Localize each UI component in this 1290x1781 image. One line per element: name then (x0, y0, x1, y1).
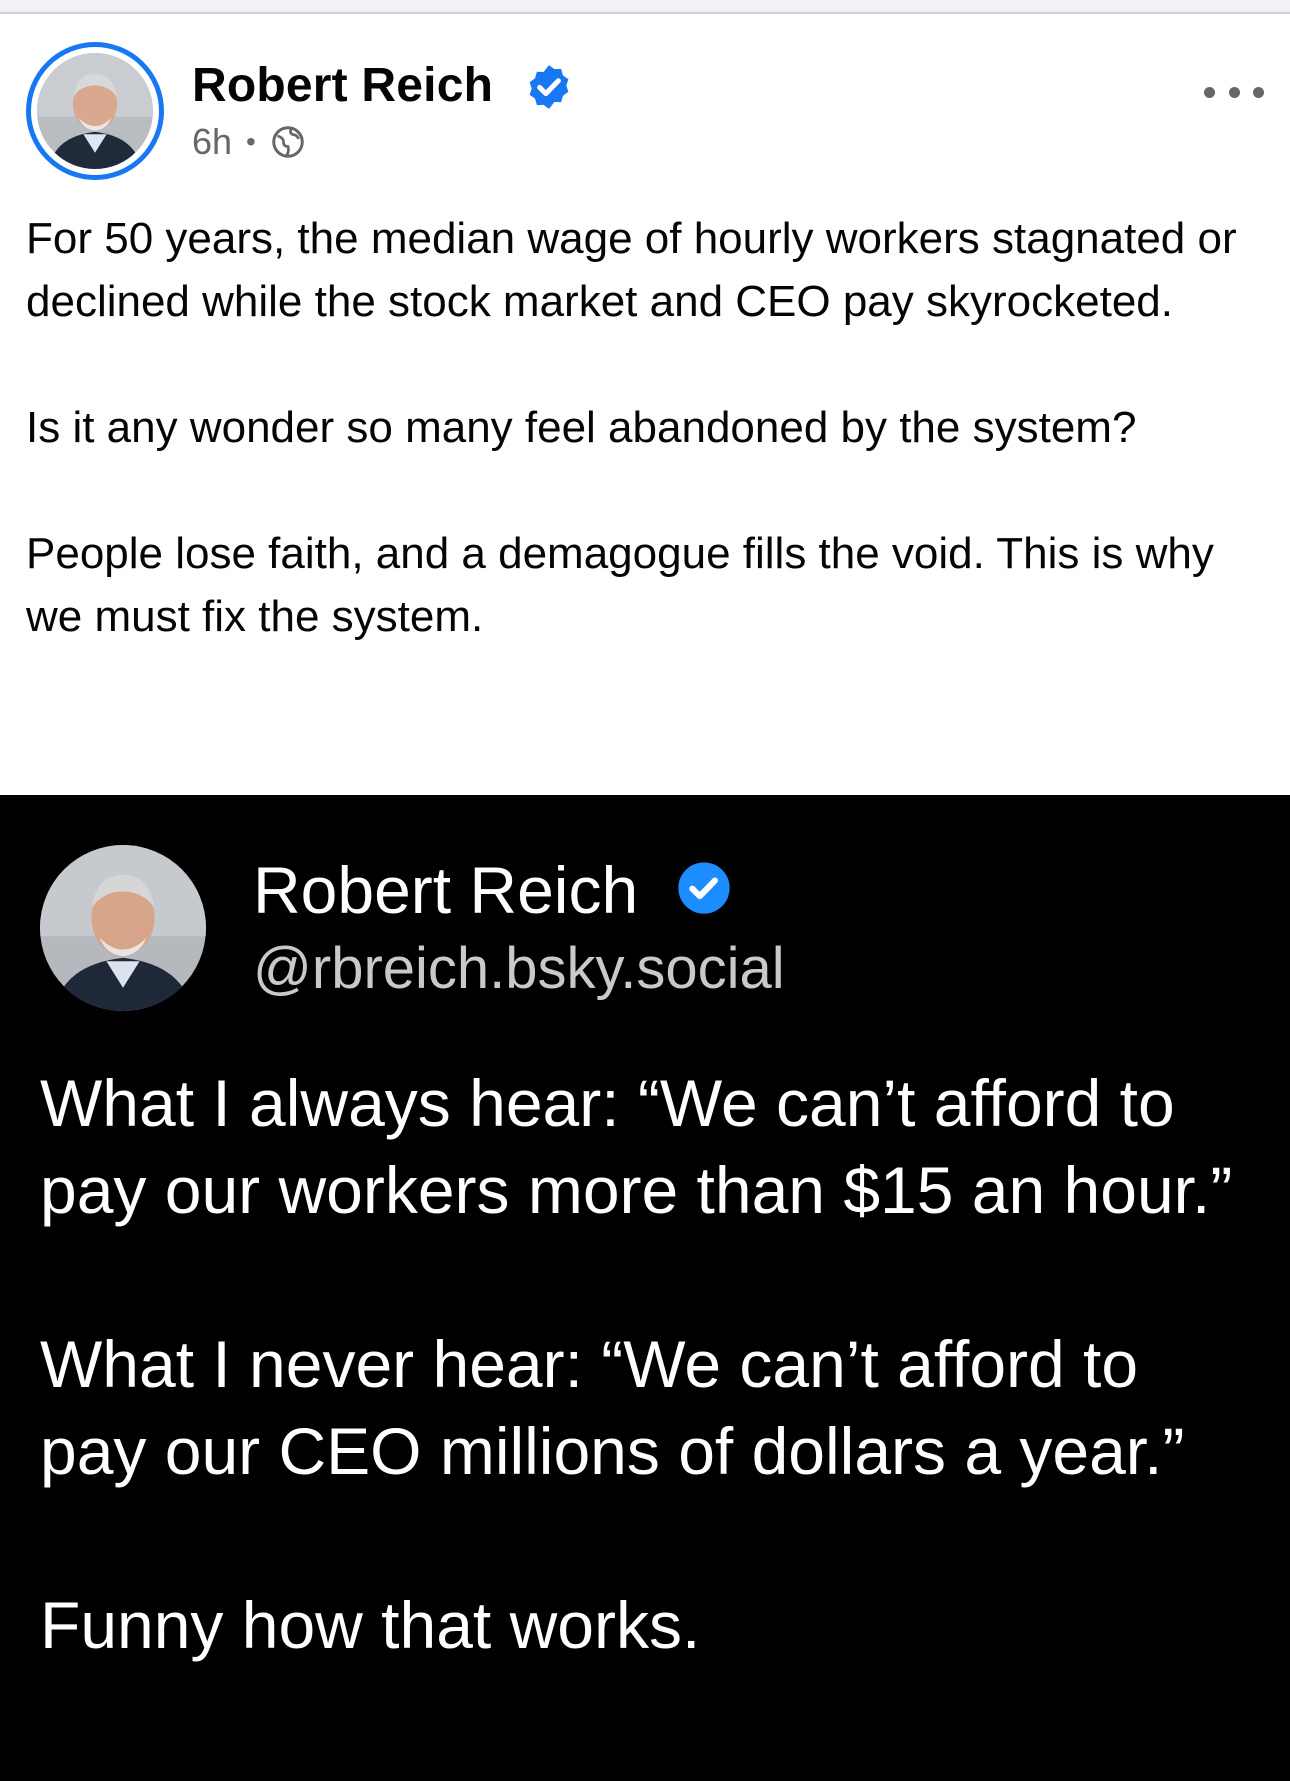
embed-avatar (40, 845, 206, 1011)
caption-paragraph: Is it any wonder so many feel abandoned … (26, 403, 1137, 452)
author-avatar-ring[interactable] (26, 42, 164, 180)
post-meta: 6h • (192, 121, 306, 163)
embed-author-name: Robert Reich (253, 853, 639, 927)
more-options-button[interactable] (1204, 72, 1264, 112)
avatar[interactable] (37, 53, 153, 169)
verified-check-icon (678, 862, 730, 914)
author-name[interactable]: Robert Reich (192, 58, 493, 113)
embed-body: What I always hear: “We can’t afford to … (40, 1060, 1260, 1669)
verified-badge-icon (529, 65, 569, 109)
caption-paragraph: People lose faith, and a demagogue fills… (26, 529, 1214, 641)
feed-divider (0, 0, 1290, 14)
post-timestamp[interactable]: 6h (192, 121, 232, 163)
embed-paragraph: What I always hear: “We can’t afford to … (40, 1066, 1233, 1227)
embed-paragraph: Funny how that works. (40, 1588, 701, 1662)
embed-paragraph: What I never hear: “We can’t afford to p… (40, 1327, 1185, 1488)
meta-separator: • (246, 126, 256, 157)
embed-handle: @rbreich.bsky.social (253, 936, 785, 1001)
globe-icon[interactable] (270, 124, 306, 160)
post-caption: For 50 years, the median wage of hourly … (26, 207, 1266, 648)
post-header: Robert Reich 6h • (0, 14, 1290, 194)
embed-avatar-image (40, 845, 206, 1011)
embedded-post-image[interactable]: Robert Reich @rbreich.bsky.social What I… (0, 795, 1290, 1781)
more-options-icon (1204, 86, 1215, 98)
avatar-image (37, 53, 153, 169)
caption-paragraph: For 50 years, the median wage of hourly … (26, 214, 1237, 326)
